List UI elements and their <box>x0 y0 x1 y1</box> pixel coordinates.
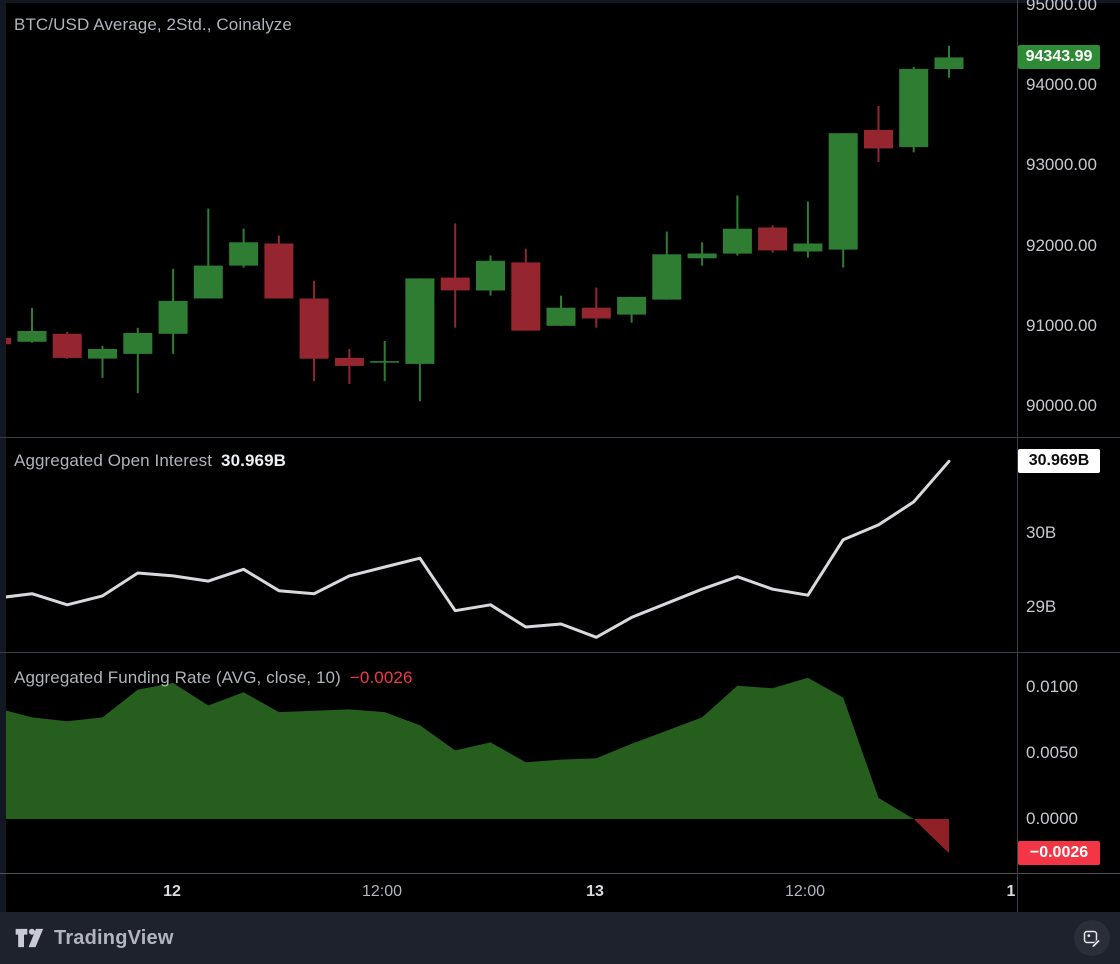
axis-tick: 93000.00 <box>1026 155 1097 175</box>
axis-tick: 0.0000 <box>1026 809 1078 829</box>
axis-tick: 92000.00 <box>1026 236 1097 256</box>
funding-area-positive <box>0 678 949 854</box>
funding-value-badge: −0.0026 <box>1018 841 1100 865</box>
time-label: 13 <box>555 883 635 901</box>
oi-value-badge: 30.969B <box>1018 449 1100 473</box>
candle <box>652 232 681 300</box>
candle <box>370 341 399 381</box>
axis-tick: 30B <box>1026 523 1056 543</box>
candle <box>159 269 188 354</box>
candle <box>194 209 223 299</box>
candle <box>405 278 434 401</box>
candle <box>582 288 611 328</box>
symbol-title[interactable]: BTC/USD Average, 2Std., Coinalyze <box>14 15 292 35</box>
candle <box>264 236 293 299</box>
candle <box>511 249 540 331</box>
tradingview-logo[interactable]: TradingView <box>14 926 174 950</box>
axis-tick: 0.0050 <box>1026 743 1078 763</box>
candle <box>53 332 82 359</box>
pane-separator-oi-funding[interactable] <box>0 652 1120 653</box>
axis-tick: 91000.00 <box>1026 316 1097 336</box>
oi-pane-title[interactable]: Aggregated Open Interest 30.969B <box>14 451 286 471</box>
candle <box>547 296 576 326</box>
oi-line <box>0 461 949 637</box>
candle <box>441 223 470 327</box>
chart-app: BTC/USD Average, 2Std., Coinalyze Aggreg… <box>0 0 1120 964</box>
edit-image-button[interactable] <box>1074 920 1110 956</box>
left-margin <box>0 0 6 912</box>
axis-tick: 0.0100 <box>1026 677 1078 697</box>
funding-title-label: Aggregated Funding Rate (AVG, close, 10) <box>14 668 341 687</box>
price-axis[interactable]: 94343.99 30.969B −0.0026 95000.00 94000.0… <box>1018 0 1120 912</box>
pane-separator-price-oi[interactable] <box>0 437 1120 438</box>
candle <box>829 133 858 267</box>
oi-title-label: Aggregated Open Interest <box>14 451 212 470</box>
candle <box>935 46 964 78</box>
top-margin <box>0 0 1120 3</box>
candle <box>688 242 717 265</box>
axis-tick: 90000.00 <box>1026 396 1097 416</box>
time-label: 12:00 <box>342 883 422 901</box>
oi-title-value: 30.969B <box>221 451 286 470</box>
candle <box>123 328 152 393</box>
time-axis[interactable]: 12 12:00 13 12:00 1 <box>0 874 1120 912</box>
footer-bar: TradingView <box>0 912 1120 964</box>
candle <box>18 308 47 343</box>
candle <box>864 106 893 162</box>
time-label: 12:00 <box>765 883 845 901</box>
candle <box>899 67 928 152</box>
candle <box>723 195 752 255</box>
axis-tick: 95000.00 <box>1026 0 1097 15</box>
time-label: 12 <box>132 883 212 901</box>
funding-pane-title[interactable]: Aggregated Funding Rate (AVG, close, 10)… <box>14 668 413 688</box>
candle <box>88 346 117 378</box>
last-price-badge: 94343.99 <box>1018 45 1100 69</box>
edit-image-icon <box>1082 928 1102 948</box>
brand-name: TradingView <box>54 927 174 950</box>
candle <box>758 225 787 252</box>
candle <box>793 201 822 257</box>
candle <box>476 256 505 296</box>
candle <box>300 281 329 381</box>
candle <box>617 297 646 323</box>
candle <box>229 229 258 268</box>
axis-tick: 29B <box>1026 597 1056 617</box>
candle <box>335 349 364 384</box>
axis-tick: 94000.00 <box>1026 75 1097 95</box>
tradingview-icon <box>14 926 44 950</box>
time-label: 1 <box>971 883 1051 901</box>
funding-title-value: −0.0026 <box>350 668 413 687</box>
